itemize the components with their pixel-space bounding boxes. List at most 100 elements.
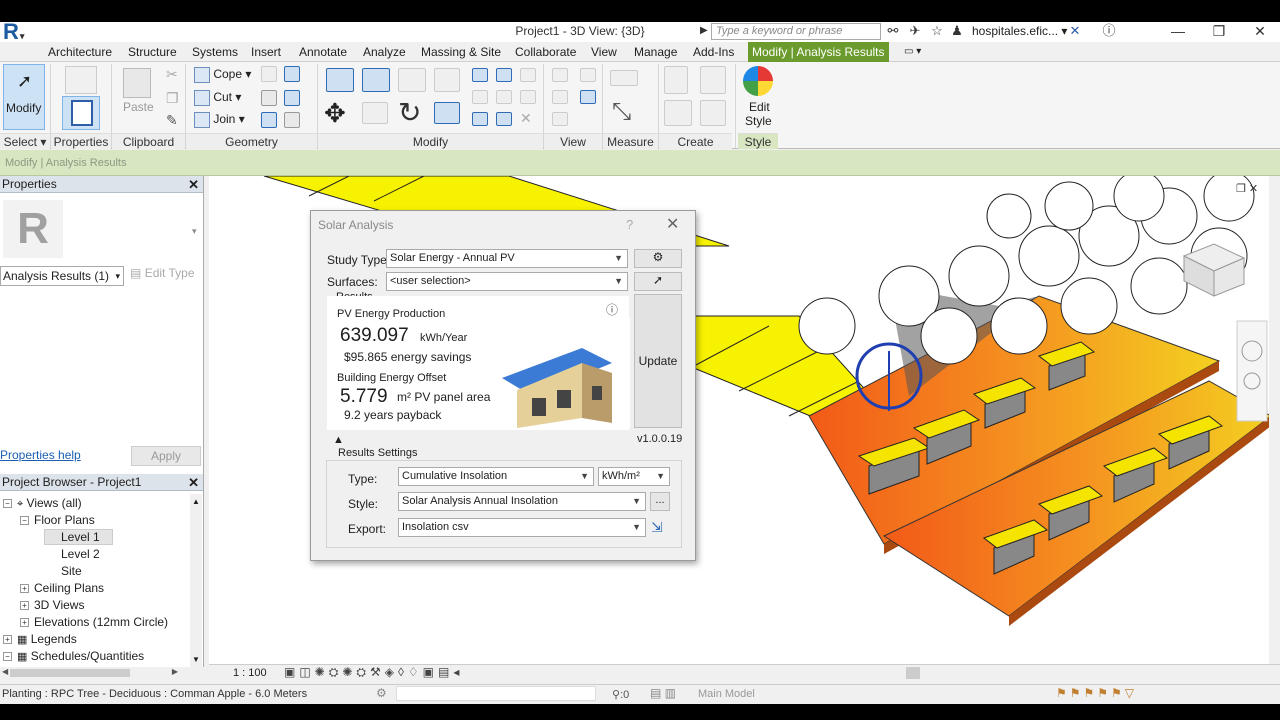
tab-annotate[interactable]: Annotate (295, 42, 351, 62)
paste-icon[interactable] (123, 68, 151, 98)
trim-multiple-icon[interactable] (496, 112, 512, 126)
cut-geometry-button[interactable]: Cut ▾ (194, 90, 241, 106)
exchange-icon[interactable]: ✕ (1066, 23, 1084, 39)
restore-button[interactable]: ❐ (1199, 22, 1239, 42)
tree-item-site[interactable]: Site (61, 564, 82, 578)
paint-icon[interactable] (284, 90, 300, 106)
tree-item-ceiling-plans[interactable]: + Ceiling Plans (20, 581, 104, 595)
modify-button[interactable]: ➚ Modify (3, 64, 45, 130)
chevron-down-icon[interactable]: ▾ (192, 226, 197, 237)
tree-item-schedules[interactable]: − ▦ Schedules/Quantities (3, 649, 144, 663)
viewport-restore-icon[interactable]: ❐ ✕ (1236, 182, 1258, 195)
tab-manage[interactable]: Manage (630, 42, 681, 62)
tab-structure[interactable]: Structure (124, 42, 181, 62)
search-input[interactable]: Type a keyword or phrase (711, 23, 881, 40)
workset-icon[interactable]: ⚙ (376, 686, 387, 700)
view-selection-icon[interactable] (552, 112, 568, 126)
settings-gear-button[interactable]: ⚙ (634, 249, 682, 268)
tree-item-views[interactable]: − ⌖ Views (all) (3, 496, 82, 511)
edit-style-ellipsis-button[interactable]: ... (650, 492, 670, 511)
measure-icon[interactable] (610, 70, 638, 86)
collapse-triangle-icon[interactable]: ▲ (333, 434, 344, 446)
pin-icon[interactable] (520, 68, 536, 82)
create-group-icon[interactable] (664, 100, 692, 126)
application-menu-button[interactable]: R▾ (0, 21, 36, 43)
offset-icon[interactable] (362, 68, 390, 92)
viewport-scrollbar[interactable] (1269, 176, 1280, 664)
pick-surfaces-button[interactable]: ➚ (634, 272, 682, 291)
rotate-icon[interactable]: ↻ (398, 96, 421, 129)
tab-architecture[interactable]: Architecture (44, 42, 116, 62)
update-button[interactable]: Update (634, 294, 682, 428)
viewport-hscroll-thumb[interactable] (906, 667, 920, 679)
close-icon[interactable]: ✕ (188, 474, 199, 491)
properties-help-link[interactable]: Properties help (0, 448, 81, 462)
tab-modify-analysis-results[interactable]: Modify | Analysis Results (748, 42, 889, 62)
surfaces-select[interactable]: <user selection> ▼ (386, 272, 628, 291)
cut-clipboard-icon[interactable]: ✂ (166, 66, 178, 83)
expand-icon[interactable]: + (20, 618, 29, 627)
expand-icon[interactable]: + (3, 635, 12, 644)
subscription-icon[interactable]: ✈ (906, 23, 924, 39)
unit-select[interactable]: kWh/m² ▼ (598, 467, 670, 486)
export-icon[interactable]: ⇲ (651, 519, 663, 536)
scroll-thumb[interactable] (10, 669, 130, 677)
join-button[interactable]: Join ▾ (194, 112, 245, 128)
help-icon[interactable]: ⓘ (1100, 23, 1118, 39)
selection-filter-icons[interactable]: ⚑⚑⚑⚑⚑▽ (1056, 686, 1137, 700)
tree-item-level-1[interactable]: Level 1 (44, 529, 113, 545)
demolish-icon[interactable] (261, 112, 277, 128)
select-panel-dropdown[interactable]: Select ▾ (0, 133, 50, 149)
array-icon[interactable] (472, 90, 488, 104)
minimize-button[interactable]: — (1158, 22, 1198, 42)
export-select[interactable]: Insolation csv ▼ (398, 518, 646, 537)
tab-systems[interactable]: Systems (188, 42, 242, 62)
mirror-draw-icon[interactable] (434, 68, 460, 92)
override-graphics-icon[interactable] (580, 68, 596, 82)
user-icon[interactable]: ♟ (950, 23, 964, 39)
edit-type-button[interactable]: ▤ Edit Type (130, 266, 195, 280)
thin-lines-icon[interactable] (580, 90, 596, 104)
wall-joins-icon[interactable] (261, 66, 277, 82)
study-type-select[interactable]: Solar Energy - Annual PV ▼ (386, 249, 628, 268)
unpin-icon[interactable] (520, 90, 536, 104)
tab-view[interactable]: View (587, 42, 621, 62)
create-parts-icon[interactable] (700, 66, 726, 94)
create-similar-icon[interactable] (700, 100, 726, 126)
paste-label[interactable]: Paste (123, 100, 154, 114)
split-element-icon[interactable] (472, 68, 488, 82)
type-properties-icon[interactable] (65, 66, 97, 94)
hammer-icon[interactable] (284, 112, 300, 128)
tab-massing-site[interactable]: Massing & Site (417, 42, 505, 62)
editing-icon[interactable]: ▤ ▥ (650, 686, 676, 700)
tree-item-legends[interactable]: + ▦ Legends (3, 632, 77, 646)
info-icon[interactable]: ⓘ (606, 301, 618, 318)
help-icon[interactable]: ? (626, 217, 633, 232)
tree-item-level-2[interactable]: Level 2 (61, 547, 100, 561)
copy-icon[interactable] (362, 102, 388, 124)
scroll-left-icon[interactable]: ◀ (2, 667, 8, 676)
browser-hscrollbar[interactable]: ◀ ▶ (0, 667, 204, 679)
remove-joins-icon[interactable] (261, 90, 277, 106)
view-scale[interactable]: 1 : 100 (233, 667, 267, 679)
type-selector[interactable]: Analysis Results (1) ▾ (0, 266, 124, 286)
result-type-select[interactable]: Cumulative Insolation ▼ (398, 467, 594, 486)
split-face-icon[interactable] (284, 66, 300, 82)
properties-button[interactable] (62, 96, 100, 130)
browser-scrollbar[interactable] (190, 494, 202, 668)
star-icon[interactable]: ☆ (928, 23, 946, 39)
workset-field[interactable] (396, 686, 596, 701)
expand-icon[interactable]: + (20, 601, 29, 610)
dimension-icon[interactable]: ⤡ (612, 98, 631, 126)
tree-item-3d-views[interactable]: +3D Views (20, 598, 84, 612)
copy-clipboard-icon[interactable]: ❐ (166, 90, 179, 107)
trim-single-icon[interactable] (472, 112, 488, 126)
collapse-icon[interactable]: − (20, 516, 29, 525)
scroll-up-icon[interactable]: ▲ (192, 497, 200, 506)
design-option[interactable]: Main Model (698, 688, 755, 700)
collapse-icon[interactable]: − (3, 499, 12, 508)
expand-icon[interactable]: + (20, 584, 29, 593)
move-icon[interactable]: ✥ (324, 98, 346, 129)
close-icon[interactable]: ✕ (188, 176, 199, 193)
close-window-button[interactable]: ✕ (1240, 22, 1280, 42)
